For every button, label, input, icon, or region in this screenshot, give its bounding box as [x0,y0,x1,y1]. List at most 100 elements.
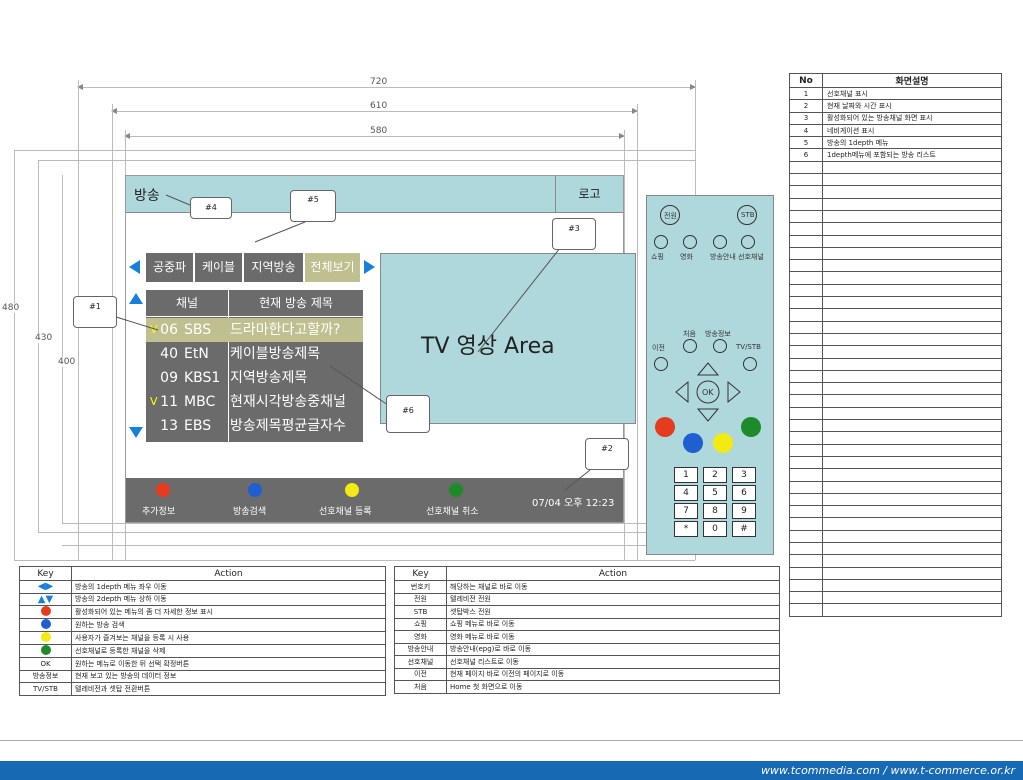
remote-row1-label: 방송안내 [710,253,736,261]
desc-cell: 활성화되어 있는 방송채널 화면 표시 [822,111,1002,125]
no-cell [789,578,823,593]
key-cell: 선호채널 [394,655,447,669]
remote-circle-button[interactable] [741,235,755,249]
color-key-icon [19,605,72,619]
desc-cell [822,529,1002,543]
desc-row-empty [789,234,1002,248]
no-cell [789,517,823,531]
number-key[interactable]: 9 [732,503,756,519]
number-key[interactable]: 5 [703,485,727,501]
remote-circle-button[interactable] [683,235,697,249]
number-key[interactable]: 3 [732,467,756,483]
no-cell [789,369,823,384]
number-key[interactable]: 1 [674,467,698,483]
key-header: Key [19,566,72,581]
key-table-row: 이전 현재 페이지 바로 이전의 페이지로 이동 [394,667,780,681]
power-button[interactable]: 전원 [660,205,680,225]
desc-row: 4 네비게이션 표시 [789,123,1002,138]
desc-cell [822,173,1002,187]
remote-row1-label: 영화 [680,253,693,261]
remote-color-button-icon[interactable] [713,433,733,453]
desc-row-empty [789,431,1002,445]
remote-circle-button[interactable] [654,235,668,249]
desc-row-empty [789,222,1002,236]
callout-3: #3 [552,218,596,250]
desc-cell [822,259,1002,273]
no-cell [789,209,823,224]
no-cell [789,246,823,261]
up-down-arrow-icon: ▲▼ [19,592,72,606]
callout-4: #4 [190,197,232,219]
key-table-row: 사용자가 즐겨보는 채널을 등록 시 사용 [19,631,386,645]
no-cell [789,320,823,334]
desc-row-empty [789,517,1002,531]
number-key[interactable]: * [674,521,698,537]
remote-color-button-icon[interactable] [655,417,675,437]
key-cell: 영화 [394,630,447,644]
key-cell: 번호키 [394,580,447,594]
no-cell [789,185,823,199]
desc-row-empty [789,369,1002,384]
desc-row-empty [789,541,1002,556]
key-header: Key [394,566,447,581]
desc-cell [822,406,1002,421]
desc-row-empty [789,271,1002,285]
desc-cell [822,578,1002,593]
action-cell: 해당하는 채널로 바로 이동 [446,580,780,594]
no-cell: 3 [789,111,823,125]
color-key-icon [19,618,72,632]
desc-row-empty [789,345,1002,359]
no-cell [789,357,823,371]
number-key[interactable]: 0 [703,521,727,537]
number-key[interactable]: 4 [674,485,698,501]
no-cell: 1 [789,86,823,101]
no-cell: 5 [789,136,823,150]
action-cell: Home 첫 화면으로 이동 [446,680,780,694]
no-cell [789,222,823,236]
key-table-row: 전원 텔레비전 전원 [394,592,780,606]
action-cell: 방송안내(epg)로 바로 이동 [446,642,780,656]
desc-cell [822,517,1002,531]
callout-1: #1 [73,296,117,328]
desc-header: 화면설명 [822,73,1002,88]
desc-cell [822,443,1002,457]
desc-cell [822,209,1002,224]
number-key[interactable]: 2 [703,467,727,483]
desc-cell [822,283,1002,298]
action-cell: 선호채널 리스트로 이동 [446,655,780,669]
desc-cell [822,197,1002,211]
info-button[interactable] [713,339,727,353]
no-cell [789,234,823,248]
desc-cell [822,308,1002,322]
desc-row-empty [789,603,1002,617]
desc-cell [822,566,1002,580]
color-key-icon [19,631,72,645]
desc-row-empty [789,197,1002,211]
desc-cell [822,505,1002,519]
action-cell: 텔레비전 전원 [446,592,780,606]
desc-cell [822,369,1002,384]
desc-row-empty [789,246,1002,261]
remote-circle-button[interactable] [713,235,727,249]
action-cell: 쇼핑 메뉴로 바로 이동 [446,617,780,631]
action-cell: 방송의 2depth 메뉴 상하 이동 [71,592,386,606]
callout-6: #6 [386,395,430,433]
action-header: Action [446,566,780,581]
desc-row-empty [789,332,1002,347]
number-key[interactable]: 7 [674,503,698,519]
callout-lines [112,194,591,491]
remote-color-button-icon[interactable] [741,417,761,437]
no-cell [789,406,823,421]
no-cell [789,332,823,347]
desc-cell [822,234,1002,248]
remote-first-label: 처음 [683,330,696,338]
no-cell [789,505,823,519]
desc-row-empty [789,419,1002,433]
remote-color-button-icon[interactable] [683,433,703,453]
first-button[interactable] [683,339,697,353]
number-key[interactable]: 8 [703,503,727,519]
number-key[interactable]: 6 [732,485,756,501]
stb-button[interactable]: STB [737,205,757,225]
desc-row-empty [789,308,1002,322]
number-key[interactable]: # [732,521,756,537]
